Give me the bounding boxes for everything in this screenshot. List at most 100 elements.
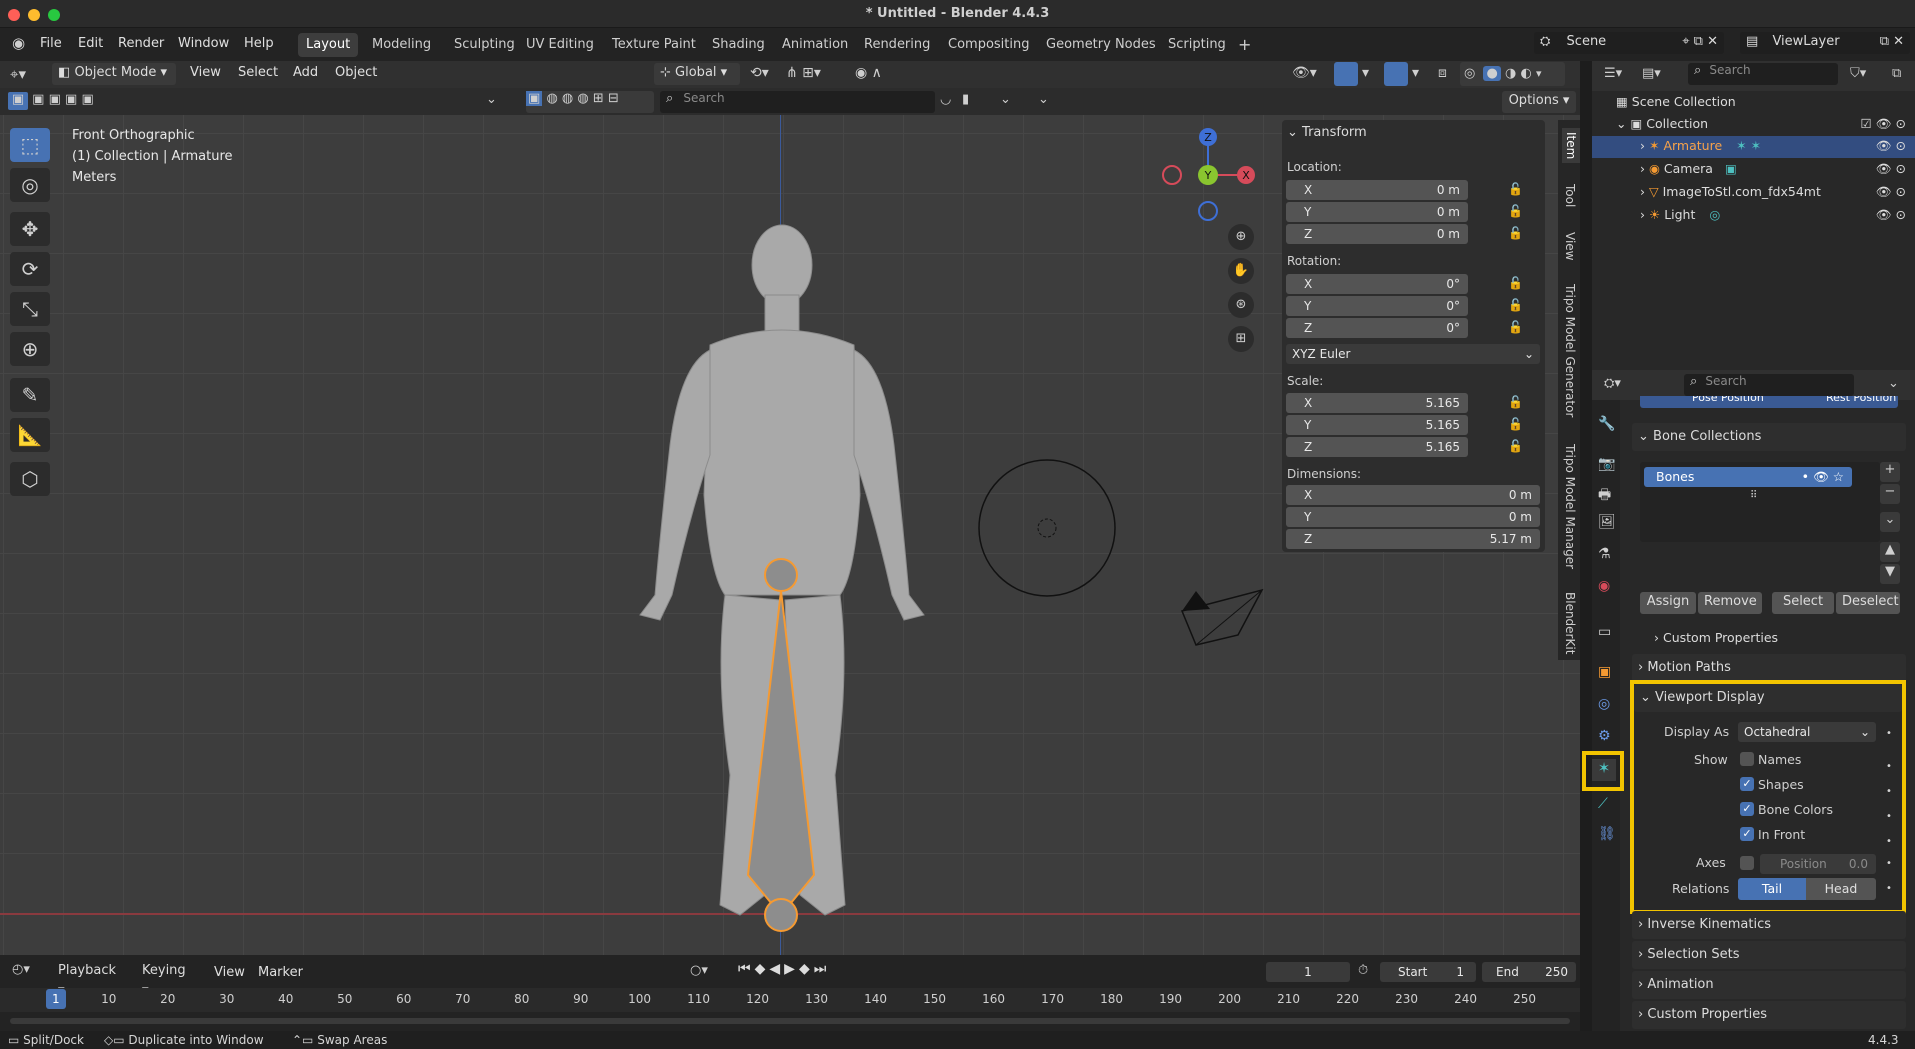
display-mode-icon[interactable]: ▤▾	[1642, 66, 1661, 81]
transform-header[interactable]: ⌄ Transform	[1287, 125, 1367, 140]
resize-handle-icon[interactable]: ⠿	[1750, 490, 1757, 501]
viewport-display-header[interactable]: ⌄ Viewport Display	[1634, 684, 1902, 712]
output-tab-icon[interactable]: 🖶	[1598, 484, 1611, 508]
names-checkbox[interactable]	[1740, 752, 1754, 766]
jump-end-icon[interactable]: ⏭	[814, 961, 831, 977]
collection-row[interactable]: ⌄ ▣ Collection ☑ 👁 ⊙	[1616, 116, 1906, 132]
perspective-toggle-icon[interactable]: ⊞	[1228, 326, 1254, 352]
in-front-checkbox[interactable]: ✓	[1740, 827, 1754, 841]
tab-item[interactable]: Item	[1562, 128, 1580, 164]
material-shading-icon[interactable]: ◑	[1505, 66, 1516, 81]
tab-tripo-manager[interactable]: Tripo Model Manager	[1563, 444, 1577, 569]
xray-icon[interactable]: ⧈	[1438, 65, 1447, 81]
annotate-tool[interactable]: ✎	[10, 378, 50, 412]
next-keyframe-icon[interactable]: ◆	[799, 961, 814, 977]
select-new-icon[interactable]: ▣	[8, 92, 28, 110]
deselect-button[interactable]: Deselect	[1836, 592, 1900, 614]
tab-tool[interactable]: Tool	[1563, 184, 1577, 207]
animate-dot-icon[interactable]: •	[1886, 728, 1892, 739]
armature-bone[interactable]	[740, 555, 830, 935]
tab-shading[interactable]: Shading	[704, 33, 773, 57]
scale-z-field[interactable]: Z 5.165	[1286, 437, 1468, 457]
relations-animate-dot[interactable]: •	[1886, 883, 1892, 894]
camera-object[interactable]	[1170, 585, 1270, 655]
outliner-row-camera[interactable]: › ◉ Camera ▣ 👁 ⊙	[1640, 161, 1906, 177]
bones-list-item[interactable]: Bones • 👁 ☆	[1644, 467, 1852, 487]
select-invert-icon[interactable]: ▣	[65, 92, 77, 107]
filter-icon[interactable]: ⛉▾	[1850, 66, 1866, 81]
scale-tool[interactable]: ⤡	[10, 292, 50, 326]
pivot-icon[interactable]: ⟲▾	[750, 65, 769, 81]
select-intersect-icon[interactable]: ▣	[81, 92, 93, 107]
object-tab-icon[interactable]: ▣	[1598, 664, 1611, 680]
tab-geometry-nodes[interactable]: Geometry Nodes	[1038, 33, 1164, 57]
link-icon[interactable]: ◡	[940, 92, 951, 107]
move-tool[interactable]: ✥	[10, 212, 50, 246]
lock-scale-x-icon[interactable]: 🔓	[1508, 395, 1523, 409]
tab-uv-editing[interactable]: UV Editing	[518, 33, 602, 57]
shading-dropdown-icon[interactable]: ▾	[1536, 67, 1542, 80]
camera-visibility-icons[interactable]: 👁 ⊙	[1876, 161, 1906, 177]
select-subtract-icon[interactable]: ▣	[49, 92, 61, 107]
show-animate-dots[interactable]: • • • •	[1886, 754, 1892, 854]
lock-location-z-icon[interactable]: 🔓	[1508, 226, 1523, 240]
scene-collection-row[interactable]: ▦ Scene Collection	[1616, 94, 1736, 109]
play-icon[interactable]: ▶	[784, 961, 799, 977]
scene-tab-icon[interactable]: ⚗	[1598, 546, 1611, 562]
pin-icon[interactable]: ⌖ ⧉ ✕	[1682, 32, 1718, 52]
bone-colors-checkbox[interactable]: ✓	[1740, 802, 1754, 816]
menu-file[interactable]: File	[40, 34, 62, 54]
remove-button[interactable]: Remove	[1698, 592, 1762, 614]
custom-properties-subpanel[interactable]: › Custom Properties	[1654, 630, 1778, 645]
dimensions-y-field[interactable]: Y 0 m	[1286, 507, 1540, 527]
world-tab-icon[interactable]: ◉	[1598, 578, 1610, 594]
motion-paths-header[interactable]: › Motion Paths	[1632, 654, 1906, 682]
playback-menu[interactable]: Playback ▾	[52, 961, 130, 998]
editor-type-icon[interactable]: ⌖▾	[10, 65, 26, 83]
rotate-tool[interactable]: ⟳	[10, 252, 50, 286]
render-tab-icon[interactable]: 📷	[1598, 456, 1615, 472]
bone-tab-icon[interactable]: ⟋	[1598, 796, 1608, 812]
shading-mode-group[interactable]: ◎ ● ◑ ◐ ▾	[1460, 62, 1565, 86]
properties-search-input[interactable]: ⌕ Search	[1684, 374, 1854, 396]
gizmo-toggle-button[interactable]	[1334, 62, 1358, 86]
snap-icon[interactable]: ⋔ ⊞▾	[786, 65, 821, 81]
view-layer-selector[interactable]: ▤ ViewLayer ⧉ ✕	[1740, 32, 1910, 54]
menu-help[interactable]: Help	[244, 34, 274, 54]
tab-texture-paint[interactable]: Texture Paint	[604, 33, 704, 57]
display-as-dropdown[interactable]: Octahedral ⌄	[1738, 722, 1876, 742]
armature-visibility-icons[interactable]: 👁 ⊙	[1876, 138, 1906, 154]
animation-header[interactable]: › Animation	[1632, 971, 1906, 999]
tab-view[interactable]: View	[1563, 232, 1577, 260]
menu-window[interactable]: Window	[178, 34, 229, 54]
inverse-kinematics-header[interactable]: › Inverse Kinematics	[1632, 911, 1906, 939]
constraints-tab-icon[interactable]: ⚙	[1598, 728, 1611, 744]
lock-location-y-icon[interactable]: 🔓	[1508, 204, 1523, 218]
bones-item-icons[interactable]: • 👁 ☆	[1802, 467, 1844, 487]
filter-bone-icon[interactable]: ◍	[562, 91, 573, 106]
custom-properties-header[interactable]: › Custom Properties	[1632, 1001, 1906, 1029]
prev-keyframe-icon[interactable]: ◆	[755, 961, 770, 977]
collection-visibility-icons[interactable]: ☑ 👁 ⊙	[1861, 116, 1907, 132]
bone-constraints-tab-icon[interactable]: ⛓	[1598, 826, 1616, 842]
pose-position-tab[interactable]: Pose Position	[1692, 396, 1764, 404]
lock-rotation-x-icon[interactable]: 🔓	[1508, 276, 1523, 290]
timeline-view-menu[interactable]: View	[214, 963, 245, 983]
tool-tab-icon[interactable]: 🔧	[1598, 416, 1615, 432]
viewport-menu-select[interactable]: Select	[238, 63, 278, 83]
dropdown-1-icon[interactable]: ⌄	[1000, 92, 1011, 107]
filter-light-icon[interactable]: ⊞	[593, 91, 604, 106]
viewport-menu-view[interactable]: View	[190, 63, 221, 83]
remove-collection-icon[interactable]: −	[1880, 484, 1900, 504]
lock-scale-y-icon[interactable]: 🔓	[1508, 417, 1523, 431]
select-extend-icon[interactable]: ▣	[32, 92, 44, 107]
assign-button[interactable]: Assign	[1640, 592, 1696, 614]
visibility-icon[interactable]: 👁▾	[1292, 65, 1317, 81]
select-box-tool[interactable]: ⬚	[10, 128, 50, 162]
dimensions-x-field[interactable]: X 0 m	[1286, 485, 1540, 505]
axes-position-field[interactable]: Position 0.0	[1760, 854, 1876, 874]
measure-tool[interactable]: 📐	[10, 418, 50, 452]
lock-scale-z-icon[interactable]: 🔓	[1508, 439, 1523, 453]
options-dropdown[interactable]: Options ▾	[1502, 91, 1576, 113]
tab-sculpting[interactable]: Sculpting	[446, 33, 523, 57]
